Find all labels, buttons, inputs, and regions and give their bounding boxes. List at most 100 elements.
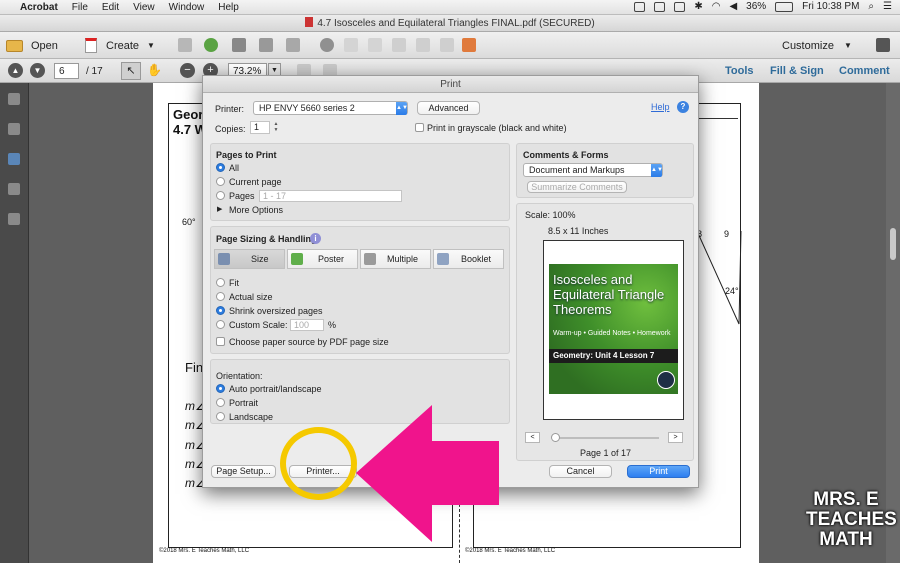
save-icon[interactable] <box>178 38 192 52</box>
open-button[interactable]: Open <box>6 36 58 55</box>
bookmark-icon[interactable] <box>8 153 20 165</box>
bluetooth-icon[interactable]: ✱ <box>694 1 702 12</box>
tab-multiple[interactable]: Multiple <box>360 249 431 269</box>
page-range-radio[interactable] <box>216 191 225 200</box>
next-preview-button[interactable]: > <box>668 432 683 443</box>
copies-input[interactable]: 1 <box>250 121 270 134</box>
zoom-out-icon[interactable]: − <box>180 63 195 78</box>
comment-link[interactable]: Comment <box>839 65 890 77</box>
grayscale-checkbox[interactable] <box>415 123 424 132</box>
page-range-input[interactable]: 1 - 17 <box>259 190 402 202</box>
portrait-radio[interactable] <box>216 398 225 407</box>
sign-icon[interactable] <box>462 38 476 52</box>
battery-percent[interactable]: 36% <box>746 1 766 12</box>
poster-icon <box>291 253 303 265</box>
copies-stepper[interactable]: ▲ ▼ <box>272 121 280 134</box>
pdf-file-icon <box>305 17 314 27</box>
brand-line-3: MATH <box>819 529 873 550</box>
previous-preview-button[interactable]: < <box>525 432 540 443</box>
shrink-oversized-radio[interactable] <box>216 306 225 315</box>
cancel-button[interactable]: Cancel <box>549 465 612 478</box>
hand-tool-icon[interactable]: ✋ <box>147 63 162 77</box>
menu-file[interactable]: File <box>72 2 88 13</box>
page-rotate-icon[interactable] <box>440 38 454 52</box>
summarize-comments-button: Summarize Comments <box>527 181 627 193</box>
preview-slider-track[interactable] <box>553 437 659 439</box>
sizing-tabs: Size Poster Multiple Booklet <box>214 249 506 269</box>
more-options-label[interactable]: More Options <box>229 205 283 215</box>
vertical-scrollbar[interactable] <box>886 83 900 563</box>
preview-paper-size: 8.5 x 11 Inches <box>548 226 609 236</box>
all-pages-radio[interactable] <box>216 163 225 172</box>
time-machine-icon[interactable] <box>674 1 686 12</box>
page-number-input[interactable]: 6 <box>54 63 79 79</box>
display-icon[interactable] <box>654 1 666 12</box>
page-heading-1: Geor <box>173 107 204 122</box>
comments-forms-select[interactable]: Document and Markups ▲▼ <box>523 163 663 177</box>
brand-watermark: MRS. E TEACHES MATH <box>806 490 897 550</box>
cloud-upload-icon[interactable] <box>204 38 218 52</box>
customize-button[interactable]: Customize ▼ <box>782 36 852 55</box>
cover-title: Isosceles and Equilateral Triangle Theor… <box>553 272 665 317</box>
shrink-oversized-label: Shrink oversized pages <box>229 306 323 316</box>
previous-page-icon[interactable]: ▲ <box>8 63 23 78</box>
notification-center-icon[interactable]: ☰ <box>883 1 892 12</box>
lock-icon[interactable] <box>8 93 20 105</box>
custom-scale-label: Custom Scale: <box>229 320 288 330</box>
menu-help[interactable]: Help <box>218 2 239 13</box>
signature-icon[interactable] <box>8 213 20 225</box>
print-button[interactable]: Print <box>627 465 690 478</box>
fill-sign-link[interactable]: Fill & Sign <box>770 65 824 77</box>
print-icon[interactable] <box>232 38 246 52</box>
info-icon[interactable]: i <box>310 233 321 244</box>
chevron-down-icon: ▼ <box>147 41 155 50</box>
tools-link[interactable]: Tools <box>725 65 754 77</box>
select-tool-icon[interactable]: ↖ <box>121 62 141 80</box>
cover-image: Isosceles and Equilateral Triangle Theor… <box>549 264 678 394</box>
menu-edit[interactable]: Edit <box>102 2 119 13</box>
attachment-icon[interactable] <box>8 183 20 195</box>
page-thumbnails-icon[interactable] <box>8 123 20 135</box>
page-extract-icon[interactable] <box>416 38 430 52</box>
current-page-label: Current page <box>229 177 282 187</box>
window-title-bar: 4.7 Isosceles and Equilateral Triangles … <box>0 15 900 32</box>
custom-scale-input[interactable]: 100 <box>290 319 324 331</box>
page-setup-button[interactable]: Page Setup... <box>211 465 276 478</box>
disclosure-triangle-icon[interactable]: ▶ <box>217 205 222 213</box>
dropbox-icon[interactable] <box>634 1 646 12</box>
advanced-button[interactable]: Advanced <box>417 101 480 115</box>
battery-icon[interactable] <box>775 1 794 12</box>
next-page-icon[interactable]: ▼ <box>30 63 45 78</box>
edit-icon[interactable] <box>259 38 273 52</box>
tab-size[interactable]: Size <box>214 249 285 269</box>
current-page-radio[interactable] <box>216 177 225 186</box>
help-icon[interactable]: ? <box>677 101 689 113</box>
clock[interactable]: Fri 10:38 PM <box>802 1 859 12</box>
menu-view[interactable]: View <box>133 2 155 13</box>
create-button[interactable]: Create ▼ <box>85 36 155 55</box>
gear-icon[interactable] <box>320 38 334 52</box>
wifi-icon[interactable]: ◠ <box>712 1 721 12</box>
landscape-radio[interactable] <box>216 412 225 421</box>
spotlight-icon[interactable]: ⌕ <box>868 1 874 12</box>
scrollbar-thumb[interactable] <box>890 228 896 260</box>
email-icon[interactable] <box>286 38 300 52</box>
volume-icon[interactable]: ◀ <box>729 1 737 12</box>
preview-slider-thumb[interactable] <box>551 433 560 442</box>
page-range-label: Pages <box>229 191 255 201</box>
custom-scale-radio[interactable] <box>216 320 225 329</box>
fullscreen-icon[interactable] <box>876 38 890 52</box>
page-add-icon[interactable] <box>392 38 406 52</box>
printer-select[interactable]: HP ENVY 5660 series 2 ▲▼ <box>253 101 408 115</box>
menu-bar: Acrobat File Edit View Window Help ✱ ◠ ◀… <box>0 0 900 15</box>
paper-source-checkbox[interactable] <box>216 337 225 346</box>
menu-app-name[interactable]: Acrobat <box>20 2 58 13</box>
help-link[interactable]: Help <box>651 102 670 112</box>
page-total: / 17 <box>86 66 103 77</box>
fit-radio[interactable] <box>216 278 225 287</box>
tab-poster[interactable]: Poster <box>287 249 358 269</box>
auto-orientation-radio[interactable] <box>216 384 225 393</box>
actual-size-radio[interactable] <box>216 292 225 301</box>
menu-window[interactable]: Window <box>169 2 205 13</box>
tab-booklet[interactable]: Booklet <box>433 249 504 269</box>
